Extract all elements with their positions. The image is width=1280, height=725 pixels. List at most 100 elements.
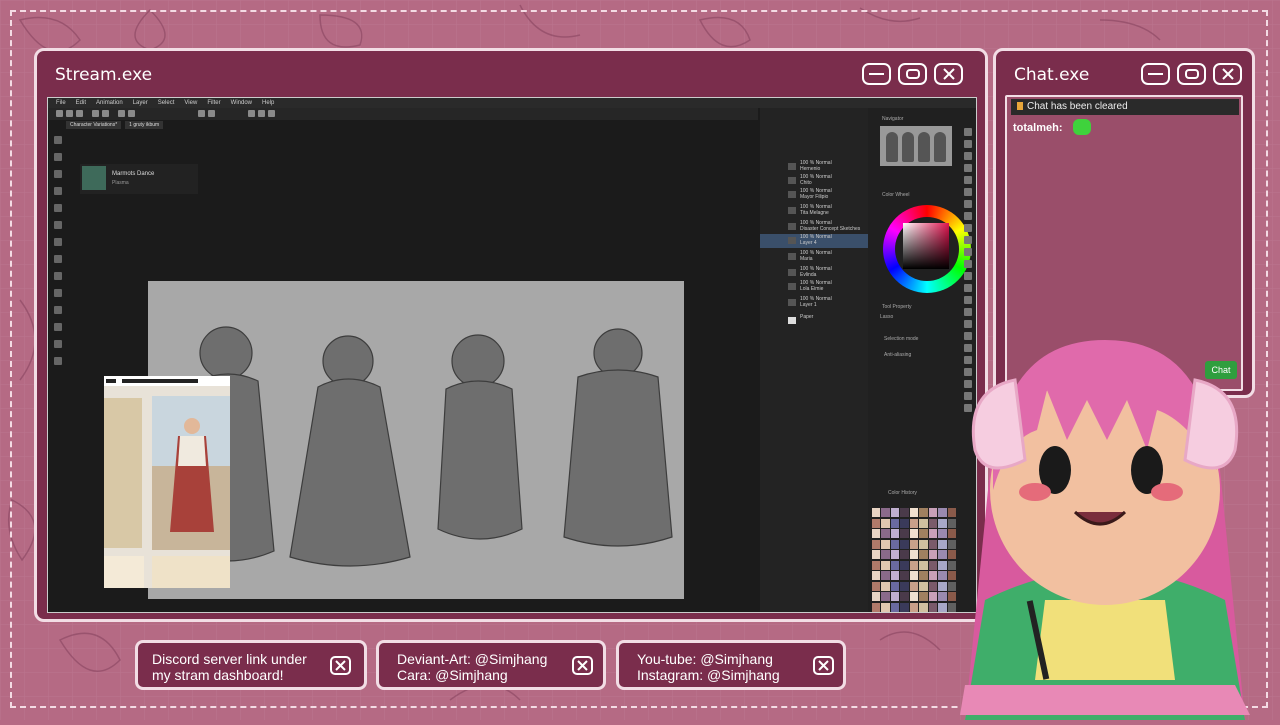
color-swatch[interactable] [890,560,900,570]
color-swatch[interactable] [938,508,947,517]
color-swatch[interactable] [928,602,938,612]
color-swatch[interactable] [909,508,919,517]
menu-filter[interactable]: Filter [207,98,220,108]
tool-icon[interactable] [54,136,62,144]
color-swatch[interactable] [890,508,900,517]
color-swatch[interactable] [928,539,938,549]
tool-icon[interactable] [964,272,972,280]
color-swatch[interactable] [909,571,919,580]
layer-row[interactable]: 100 % Normal Layer 1 [760,296,868,310]
color-swatch[interactable] [872,539,881,549]
tool-icon[interactable] [964,200,972,208]
color-swatch[interactable] [881,560,890,570]
menu-window[interactable]: Window [231,98,252,108]
maximize-icon[interactable] [1177,63,1206,85]
color-swatch[interactable] [890,529,900,538]
color-swatch[interactable] [938,539,947,549]
tool-icon[interactable] [54,323,62,331]
color-swatch[interactable] [900,508,909,517]
color-swatch[interactable] [938,518,947,528]
color-swatch[interactable] [928,529,938,538]
color-swatch[interactable] [890,592,900,601]
close-icon[interactable] [330,656,351,675]
undo-icon[interactable] [92,110,99,117]
color-swatch[interactable] [938,592,947,601]
layer-row[interactable]: 100 % Normal Chito [760,174,868,188]
color-swatch[interactable] [928,518,938,528]
tool-icon[interactable] [54,204,62,212]
color-swatch[interactable] [881,539,890,549]
color-swatch[interactable] [872,571,881,580]
color-swatch[interactable] [928,550,938,559]
close-icon[interactable] [572,656,593,675]
reference-panel[interactable] [104,376,230,588]
close-icon[interactable] [934,63,963,85]
tool-icon[interactable] [54,289,62,297]
color-swatch[interactable] [872,560,881,570]
minimize-icon[interactable] [862,63,891,85]
tool-icon[interactable] [54,340,62,348]
color-swatch[interactable] [900,560,909,570]
color-swatch[interactable] [872,581,881,591]
color-swatch[interactable] [890,518,900,528]
color-swatch[interactable] [872,602,881,612]
color-picker-square[interactable] [903,223,949,269]
color-swatch[interactable] [872,508,881,517]
color-swatch[interactable] [938,529,947,538]
tool-icon[interactable] [54,153,62,161]
layer-row[interactable]: 100 % Normal Disaster Concept Sketches [760,220,868,234]
menu-animation[interactable]: Animation [96,98,123,108]
color-swatch[interactable] [928,508,938,517]
color-swatch[interactable] [881,581,890,591]
layer-row[interactable]: 100 % Normal Tita Melagne [760,204,868,218]
color-swatch[interactable] [900,602,909,612]
tool-icon[interactable] [964,236,972,244]
transform-icon[interactable] [118,110,125,117]
color-swatch[interactable] [900,571,909,580]
color-swatch[interactable] [890,539,900,549]
color-swatch[interactable] [881,529,890,538]
menu-layer[interactable]: Layer [133,98,148,108]
menu-view[interactable]: View [184,98,197,108]
layer-row[interactable]: 100 % Normal Hernenio [760,160,868,174]
minimize-icon[interactable] [1141,63,1170,85]
chat-username[interactable]: totalmeh: [1013,122,1063,134]
color-swatch[interactable] [919,539,928,549]
color-swatch[interactable] [928,560,938,570]
tool-icon[interactable] [964,176,972,184]
grid-icon[interactable] [258,110,265,117]
color-swatch[interactable] [872,529,881,538]
color-swatch[interactable] [872,550,881,559]
tool-icon[interactable] [54,255,62,263]
layer-row[interactable]: 100 % Normal Mayor Filipio [760,188,868,202]
layer-row[interactable]: 100 % Normal Evlinda [760,266,868,280]
tool-icon[interactable] [964,128,972,136]
tool-icon[interactable] [964,140,972,148]
new-icon[interactable] [56,110,63,117]
color-swatch[interactable] [919,571,928,580]
color-swatch[interactable] [872,592,881,601]
tool-icon[interactable] [964,260,972,268]
redo-icon[interactable] [102,110,109,117]
color-swatch[interactable] [938,602,947,612]
color-swatch[interactable] [919,581,928,591]
maximize-icon[interactable] [898,63,927,85]
tool-icon[interactable] [964,152,972,160]
color-swatch[interactable] [890,550,900,559]
tool-icon[interactable] [54,238,62,246]
color-swatch[interactable] [938,571,947,580]
color-swatch[interactable] [919,518,928,528]
menu-file[interactable]: File [56,98,66,108]
color-swatch[interactable] [900,550,909,559]
color-swatch[interactable] [909,518,919,528]
grid-icon[interactable] [268,110,275,117]
color-swatch[interactable] [938,550,947,559]
color-swatch[interactable] [919,529,928,538]
menu-edit[interactable]: Edit [76,98,86,108]
ruler-icon[interactable] [198,110,205,117]
tool-icon[interactable] [54,221,62,229]
color-swatch[interactable] [881,518,890,528]
color-swatch[interactable] [919,550,928,559]
color-swatch[interactable] [900,539,909,549]
save-icon[interactable] [76,110,83,117]
